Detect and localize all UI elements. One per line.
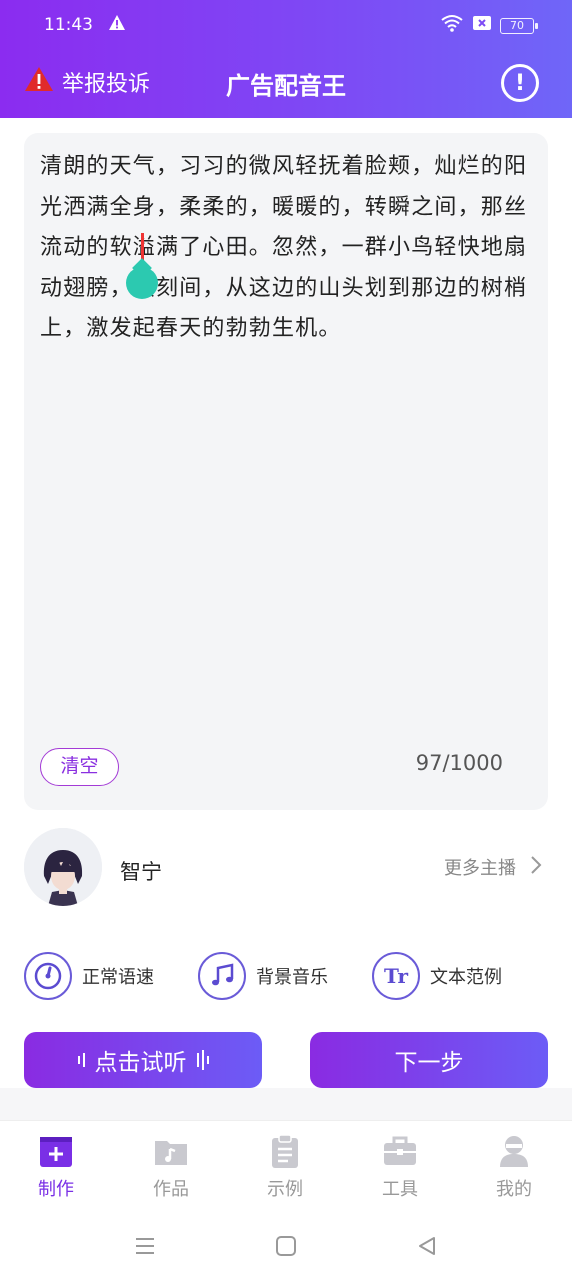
more-voices-link[interactable]: 更多主播 (444, 854, 542, 880)
toolbox-icon (382, 1133, 418, 1169)
clipboard-icon (267, 1133, 303, 1169)
tab-tools-label: 工具 (382, 1179, 418, 1200)
waveform-left-icon (77, 1053, 85, 1067)
music-note-icon (198, 952, 246, 1000)
wifi-icon (440, 14, 464, 37)
tab-works[interactable]: 作品 (131, 1133, 211, 1201)
user-icon (496, 1133, 532, 1169)
bottom-tab-bar: 制作 作品 示例 工具 我的 (0, 1120, 572, 1218)
tab-works-label: 作品 (153, 1179, 189, 1200)
more-voices-label: 更多主播 (444, 858, 516, 879)
battery-indicator: 70 (500, 17, 538, 34)
info-button[interactable]: ! (501, 64, 539, 102)
app-header: 11:43 70 举报投诉 广告配音王 ! (0, 0, 572, 118)
menu-nav-icon[interactable] (134, 1236, 156, 1260)
options-row: 正常语速 背景音乐 Tr 文本范例 (24, 952, 548, 1004)
tab-examples[interactable]: 示例 (245, 1133, 325, 1201)
status-time: 11:43 (44, 15, 93, 35)
voice-selector[interactable]: 智宁 更多主播 (24, 828, 548, 908)
listen-button[interactable]: 点击试听 (24, 1032, 262, 1088)
chevron-right-icon (530, 855, 542, 880)
text-sample-icon: Tr (372, 952, 420, 1000)
next-step-button[interactable]: 下一步 (310, 1032, 548, 1088)
exclamation-icon: ! (514, 70, 526, 96)
tab-examples-label: 示例 (267, 1179, 303, 1200)
cursor-handle[interactable] (126, 267, 158, 299)
next-label: 下一步 (394, 1050, 464, 1076)
home-nav-icon[interactable] (275, 1235, 297, 1261)
clear-button[interactable]: 清空 (40, 748, 119, 786)
speed-label: 正常语速 (82, 967, 154, 988)
speed-option[interactable]: 正常语速 (24, 952, 154, 1000)
waveform-right-icon (196, 1050, 209, 1070)
alert-icon (108, 14, 126, 37)
tab-profile-label: 我的 (496, 1179, 532, 1200)
tab-profile[interactable]: 我的 (474, 1133, 554, 1201)
page-title: 广告配音王 (226, 72, 346, 100)
system-nav-bar (0, 1218, 572, 1280)
section-divider (0, 1088, 572, 1120)
create-icon (38, 1133, 74, 1169)
script-editor[interactable]: 清朗的天气，习习的微风轻抚着脸颊，灿烂的阳光洒满全身，柔柔的，暖暖的，转瞬之间，… (24, 133, 548, 810)
script-textarea[interactable]: 清朗的天气，习习的微风轻抚着脸颊，灿烂的阳光洒满全身，柔柔的，暖暖的，转瞬之间，… (40, 147, 530, 350)
tab-tools[interactable]: 工具 (360, 1133, 440, 1201)
char-counter: 97/1000 (415, 751, 503, 775)
speed-gauge-icon (24, 952, 72, 1000)
folder-music-icon (153, 1133, 189, 1169)
voice-name: 智宁 (120, 860, 162, 884)
status-icons: 70 (440, 14, 538, 37)
tab-create[interactable]: 制作 (16, 1133, 96, 1201)
listen-label: 点击试听 (94, 1050, 187, 1076)
back-nav-icon[interactable] (416, 1235, 438, 1261)
sample-option[interactable]: Tr 文本范例 (372, 952, 502, 1000)
music-label: 背景音乐 (256, 967, 328, 988)
sample-label: 文本范例 (430, 967, 502, 988)
tab-create-label: 制作 (38, 1179, 74, 1200)
sim-icon (472, 15, 492, 36)
voice-avatar[interactable] (24, 828, 102, 906)
music-option[interactable]: 背景音乐 (198, 952, 328, 1000)
status-bar: 11:43 70 (0, 0, 572, 52)
